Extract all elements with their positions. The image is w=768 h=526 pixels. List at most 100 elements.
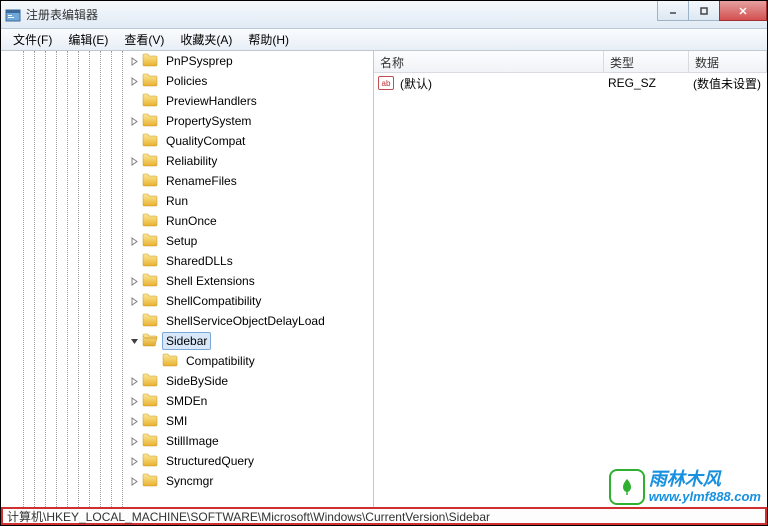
status-path: 计算机\HKEY_LOCAL_MACHINE\SOFTWARE\Microsof… xyxy=(7,508,490,525)
folder-icon xyxy=(142,153,162,170)
expand-icon[interactable] xyxy=(129,376,140,387)
expand-icon[interactable] xyxy=(129,456,140,467)
watermark: 雨林木风 www.ylmf888.com xyxy=(609,469,761,505)
window-controls xyxy=(658,1,767,21)
expand-icon[interactable] xyxy=(129,236,140,247)
tree-item-label: Shell Extensions xyxy=(162,272,259,290)
folder-icon xyxy=(142,393,162,410)
close-button[interactable] xyxy=(719,1,767,21)
tree-item[interactable]: Syncmgr xyxy=(129,471,373,491)
list-row[interactable]: ab (默认) REG_SZ (数值未设置) xyxy=(374,73,767,93)
tree-item[interactable]: PropertySystem xyxy=(129,111,373,131)
expand-icon[interactable] xyxy=(129,436,140,447)
tree-item[interactable]: ShellCompatibility xyxy=(129,291,373,311)
expand-icon[interactable] xyxy=(129,56,140,67)
tree-item-label: Setup xyxy=(162,232,201,250)
tree-item-label: SharedDLLs xyxy=(162,252,237,270)
tree-item[interactable]: SMI xyxy=(129,411,373,431)
tree-item[interactable]: RenameFiles xyxy=(129,171,373,191)
tree-item-label: Compatibility xyxy=(182,352,259,370)
expand-icon xyxy=(129,176,140,187)
titlebar: 注册表编辑器 xyxy=(1,1,767,29)
tree-item[interactable]: RunOnce xyxy=(129,211,373,231)
tree-item[interactable]: Setup xyxy=(129,231,373,251)
folder-icon xyxy=(142,173,162,190)
expand-icon xyxy=(129,96,140,107)
folder-icon xyxy=(142,133,162,150)
tree-item-label: RenameFiles xyxy=(162,172,241,190)
expand-icon[interactable] xyxy=(129,276,140,287)
minimize-button[interactable] xyxy=(657,1,689,21)
menu-edit[interactable]: 编辑(E) xyxy=(60,29,116,50)
col-type[interactable]: 类型 xyxy=(604,51,689,72)
expand-icon[interactable] xyxy=(129,296,140,307)
tree-item[interactable]: StillImage xyxy=(129,431,373,451)
collapse-icon[interactable] xyxy=(129,336,140,347)
window-title: 注册表编辑器 xyxy=(26,6,98,23)
watermark-logo-icon xyxy=(609,469,645,505)
menu-favorites[interactable]: 收藏夹(A) xyxy=(172,29,240,50)
tree-item[interactable]: Sidebar xyxy=(129,331,373,351)
tree-item[interactable]: Shell Extensions xyxy=(129,271,373,291)
folder-icon xyxy=(142,333,162,350)
tree-item-label: StillImage xyxy=(162,432,223,450)
tree-item[interactable]: Run xyxy=(129,191,373,211)
folder-icon xyxy=(142,293,162,310)
folder-icon xyxy=(142,453,162,470)
tree-item-label: QualityCompat xyxy=(162,132,249,150)
menu-view[interactable]: 查看(V) xyxy=(116,29,172,50)
tree-item-label: SMDEn xyxy=(162,392,211,410)
expand-icon[interactable] xyxy=(129,116,140,127)
tree-item-label: Run xyxy=(162,192,192,210)
tree-item-label: PropertySystem xyxy=(162,112,255,130)
col-name[interactable]: 名称 xyxy=(374,51,604,72)
folder-icon xyxy=(142,193,162,210)
tree-item[interactable]: QualityCompat xyxy=(129,131,373,151)
menu-help[interactable]: 帮助(H) xyxy=(240,29,297,50)
folder-icon xyxy=(142,433,162,450)
tree-item-label: Sidebar xyxy=(162,332,211,350)
value-data: (数值未设置) xyxy=(687,75,767,92)
folder-icon xyxy=(142,413,162,430)
expand-icon xyxy=(129,256,140,267)
expand-icon xyxy=(129,196,140,207)
tree-item-label: Reliability xyxy=(162,152,221,170)
expand-icon[interactable] xyxy=(129,76,140,87)
list-header: 名称 类型 数据 xyxy=(374,51,767,73)
tree-item[interactable]: StructuredQuery xyxy=(129,451,373,471)
tree-item[interactable]: Policies xyxy=(129,71,373,91)
tree-item[interactable]: PreviewHandlers xyxy=(129,91,373,111)
value-type: REG_SZ xyxy=(602,76,687,90)
folder-icon xyxy=(142,233,162,250)
tree-item[interactable]: SharedDLLs xyxy=(129,251,373,271)
menu-file[interactable]: 文件(F) xyxy=(5,29,60,50)
statusbar: 计算机\HKEY_LOCAL_MACHINE\SOFTWARE\Microsof… xyxy=(1,507,767,525)
tree-item-label: PreviewHandlers xyxy=(162,92,261,110)
tree-item-label: Syncmgr xyxy=(162,472,217,490)
col-data[interactable]: 数据 xyxy=(689,51,767,72)
tree-item[interactable]: Reliability xyxy=(129,151,373,171)
expand-icon[interactable] xyxy=(129,396,140,407)
folder-icon xyxy=(142,53,162,70)
expand-icon xyxy=(149,356,160,367)
tree-item[interactable]: ShellServiceObjectDelayLoad xyxy=(129,311,373,331)
watermark-url: www.ylmf888.com xyxy=(649,490,761,504)
tree-item[interactable]: SMDEn xyxy=(129,391,373,411)
tree-item[interactable]: SideBySide xyxy=(129,371,373,391)
tree-item[interactable]: Compatibility xyxy=(129,351,373,371)
expand-icon[interactable] xyxy=(129,416,140,427)
expand-icon[interactable] xyxy=(129,156,140,167)
expand-icon xyxy=(129,216,140,227)
folder-icon xyxy=(142,213,162,230)
tree-item[interactable]: PnPSysprep xyxy=(129,51,373,71)
list-pane[interactable]: 名称 类型 数据 ab (默认) REG_SZ (数值未设置) xyxy=(374,51,767,507)
expand-icon[interactable] xyxy=(129,476,140,487)
tree-item-label: ShellCompatibility xyxy=(162,292,265,310)
folder-icon xyxy=(142,73,162,90)
tree-item-label: RunOnce xyxy=(162,212,221,230)
tree-pane[interactable]: PnPSysprepPoliciesPreviewHandlers Propert… xyxy=(1,51,374,507)
maximize-button[interactable] xyxy=(688,1,720,21)
folder-icon xyxy=(142,93,162,110)
folder-icon xyxy=(142,273,162,290)
regedit-icon xyxy=(5,7,21,23)
